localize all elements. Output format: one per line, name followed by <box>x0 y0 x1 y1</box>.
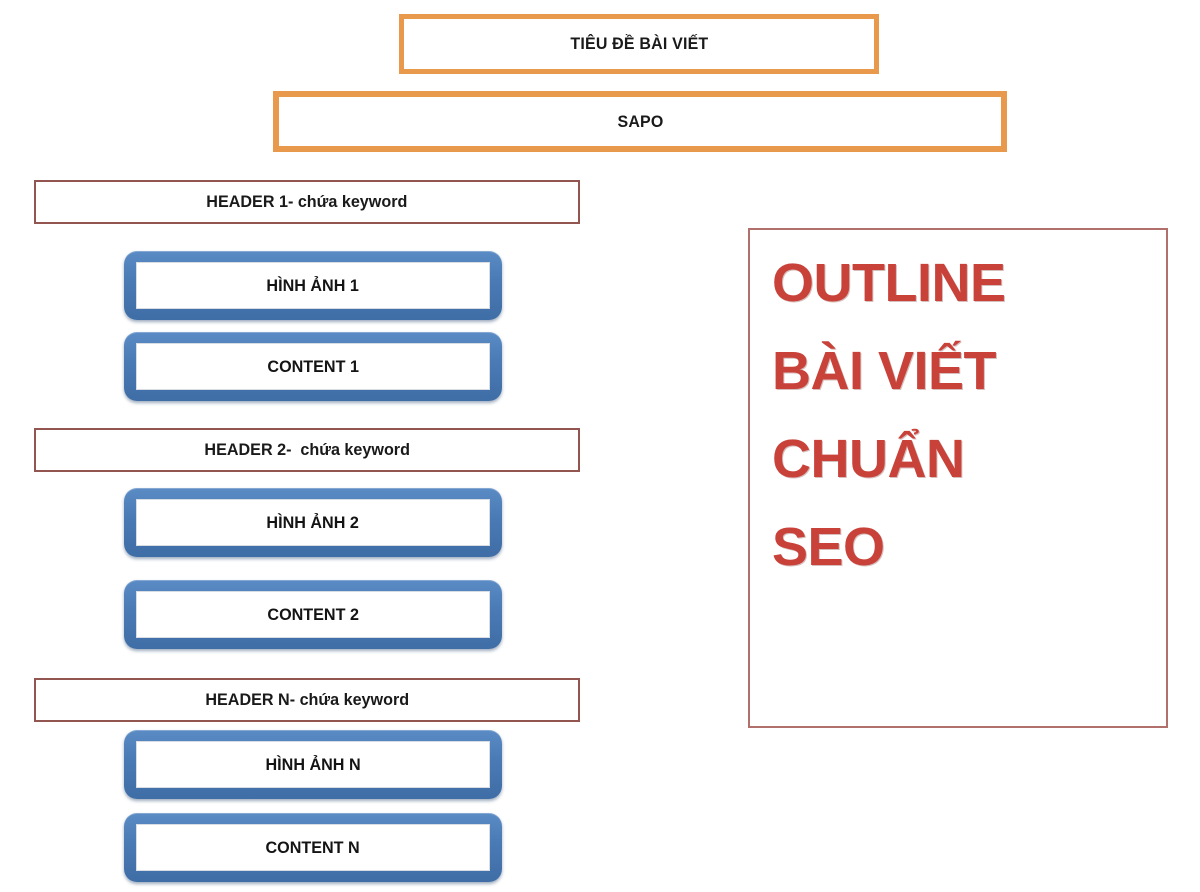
section-image-box-n[interactable]: HÌNH ẢNH N <box>124 730 502 799</box>
section-content-inner-n: CONTENT N <box>136 824 490 871</box>
outline-panel[interactable]: OUTLINE BÀI VIẾT CHUẨN SEO <box>748 228 1168 728</box>
diagram-canvas: TIÊU ĐỀ BÀI VIẾT SAPO HEADER 1- chứa key… <box>0 0 1200 892</box>
section-content-inner-2: CONTENT 2 <box>136 591 490 638</box>
section-image-label-1: HÌNH ẢNH 1 <box>266 275 360 295</box>
sapo-box[interactable]: SAPO <box>273 91 1007 152</box>
section-image-box-1[interactable]: HÌNH ẢNH 1 <box>124 251 502 320</box>
section-header-label-1: HEADER 1- chứa keyword <box>206 192 408 211</box>
section-image-label-n: HÌNH ẢNH N <box>265 754 361 774</box>
section-image-inner-2: HÌNH ẢNH 2 <box>136 499 490 546</box>
section-content-box-n[interactable]: CONTENT N <box>124 813 502 882</box>
section-image-box-2[interactable]: HÌNH ẢNH 2 <box>124 488 502 557</box>
section-header-box-1[interactable]: HEADER 1- chứa keyword <box>34 180 580 224</box>
section-content-inner-1: CONTENT 1 <box>136 343 490 390</box>
section-header-box-2[interactable]: HEADER 2- chứa keyword <box>34 428 580 472</box>
section-header-box-n[interactable]: HEADER N- chứa keyword <box>34 678 580 722</box>
section-header-label-n: HEADER N- chứa keyword <box>205 690 409 709</box>
section-content-label-2: CONTENT 2 <box>267 604 359 624</box>
section-content-box-1[interactable]: CONTENT 1 <box>124 332 502 401</box>
article-title-label: TIÊU ĐỀ BÀI VIẾT <box>570 34 708 53</box>
article-title-box[interactable]: TIÊU ĐỀ BÀI VIẾT <box>399 14 879 74</box>
section-image-label-2: HÌNH ẢNH 2 <box>266 512 360 532</box>
outline-line-2: BÀI VIẾT <box>772 341 997 401</box>
outline-line-1: OUTLINE <box>772 253 1006 313</box>
sapo-label: SAPO <box>616 111 664 131</box>
section-image-inner-n: HÌNH ẢNH N <box>136 741 490 788</box>
section-header-label-2: HEADER 2- chứa keyword <box>204 440 410 459</box>
outline-line-3: CHUẨN <box>772 429 965 489</box>
section-image-inner-1: HÌNH ẢNH 1 <box>136 262 490 309</box>
outline-line-4: SEO <box>772 517 885 577</box>
section-content-box-2[interactable]: CONTENT 2 <box>124 580 502 649</box>
section-content-label-n: CONTENT N <box>265 837 361 857</box>
section-content-label-1: CONTENT 1 <box>267 356 359 376</box>
